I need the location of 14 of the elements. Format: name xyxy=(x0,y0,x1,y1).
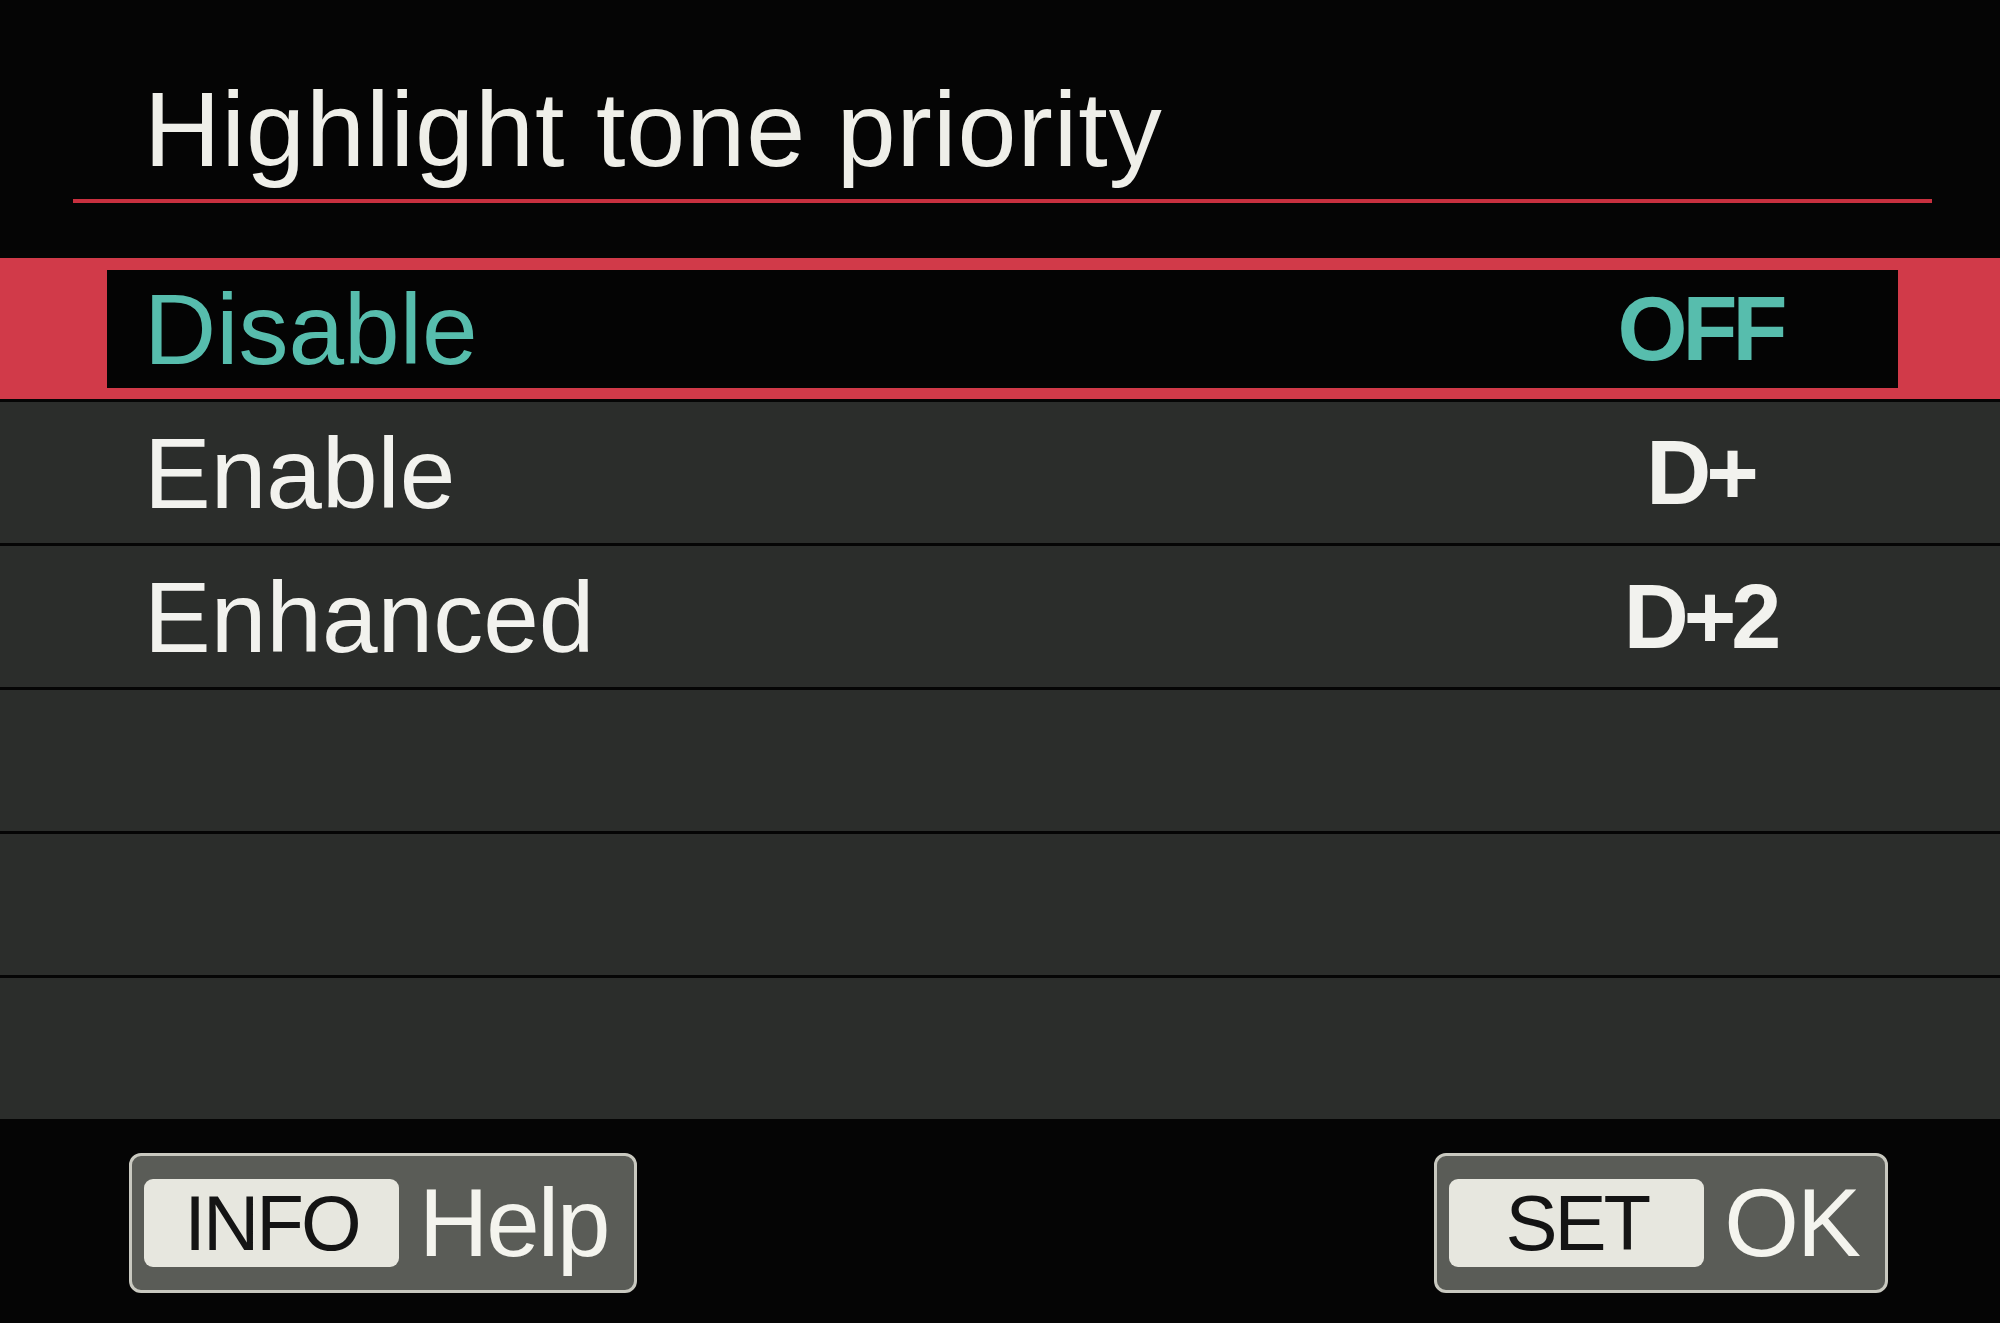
menu-option[interactable]: Enable D+ xyxy=(0,402,2000,543)
option-value: OFF xyxy=(1616,278,1784,381)
footer-button[interactable]: SET OK xyxy=(1434,1152,1888,1293)
option-label: Enable xyxy=(144,415,456,531)
key-cap: INFO xyxy=(144,1178,399,1267)
option-value: D+2 xyxy=(1622,565,1778,669)
option-value: D+ xyxy=(1645,421,1756,525)
option-label: Enhanced xyxy=(144,559,595,675)
option-label: Disable xyxy=(144,272,478,387)
screen-title: Highlight tone priority xyxy=(144,69,1163,190)
menu-option[interactable]: Enhanced D+2 xyxy=(0,546,2000,687)
key-cap: SET xyxy=(1449,1178,1705,1267)
menu-option[interactable]: Disable OFF xyxy=(0,258,2000,399)
footer-button[interactable]: INFO Help xyxy=(129,1152,638,1293)
